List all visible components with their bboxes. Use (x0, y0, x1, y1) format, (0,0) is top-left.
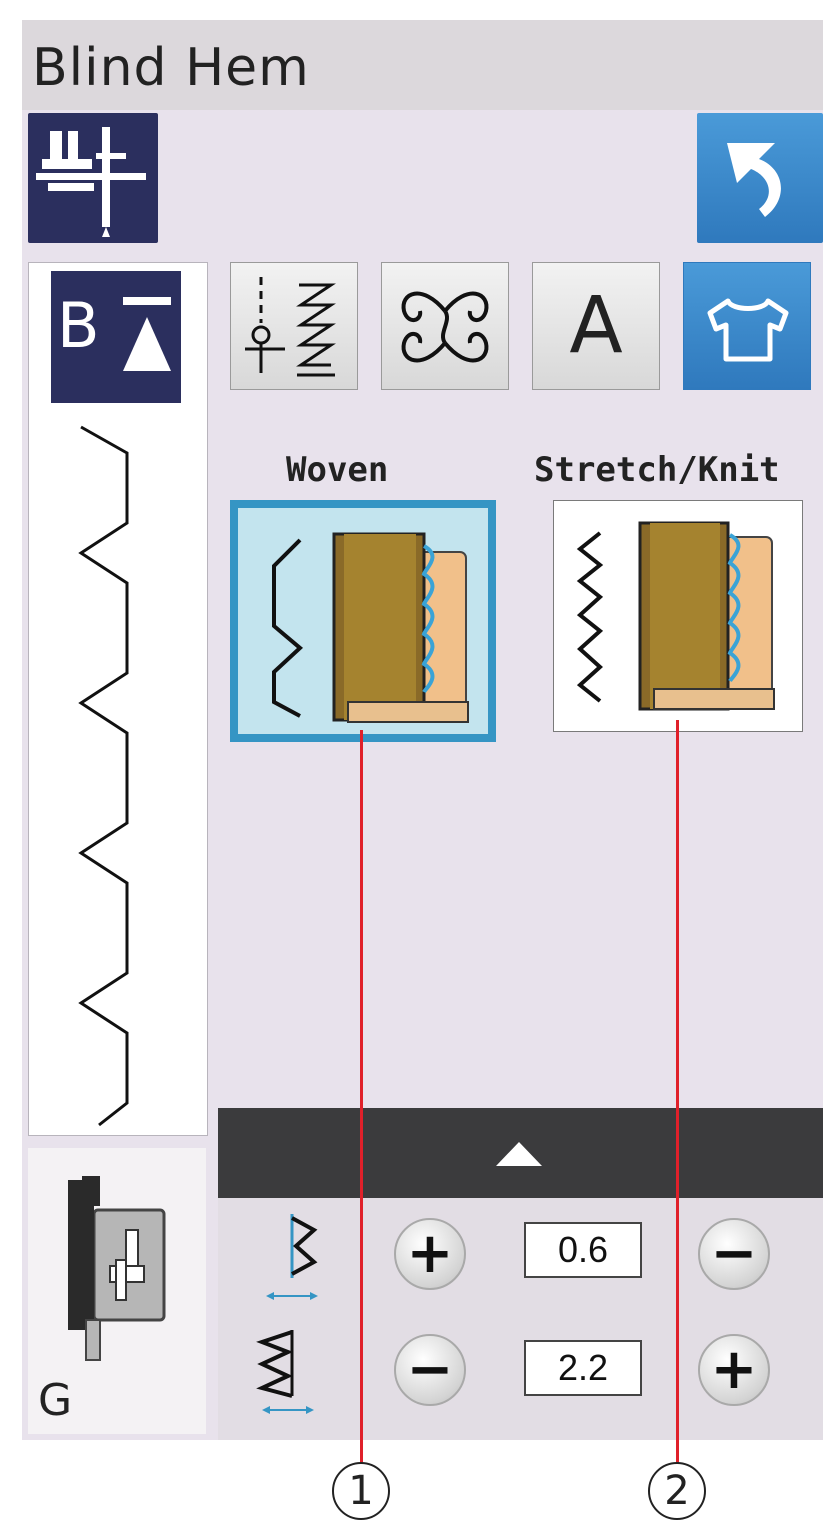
stitch-length-icon (256, 1330, 314, 1414)
stretch-knit-stitch-button[interactable] (553, 500, 803, 732)
return-arrow-icon (727, 143, 781, 217)
callout-1: 1 (332, 1462, 390, 1520)
woven-stitch-button[interactable] (230, 500, 496, 742)
blind-hem-stitch-preview (78, 425, 129, 1127)
garment-shirt-icon (707, 298, 789, 362)
stitch-length-minus-button[interactable]: − (394, 1334, 466, 1406)
badge-letter: B (57, 289, 100, 362)
presser-foot-needle-icon (36, 127, 146, 237)
callout-line-2 (676, 720, 679, 1464)
decorative-stitch-icon (401, 291, 489, 363)
tab-letters[interactable]: A (532, 262, 660, 390)
callout-line-1 (360, 730, 363, 1464)
needle-position-value: 0.6 (524, 1222, 642, 1278)
page-title: Blind Hem (32, 38, 310, 98)
stitch-width-icon (266, 1214, 318, 1300)
back-button[interactable] (697, 113, 823, 243)
tab-utility-stitches[interactable] (230, 262, 358, 390)
title-bar: Blind Hem (22, 20, 823, 110)
stretch-blind-hem-icon (576, 521, 775, 711)
foot-mode-button[interactable] (28, 113, 158, 243)
presser-foot-g-icon (68, 1176, 166, 1361)
tab-decorative-stitches[interactable] (381, 262, 509, 390)
stitch-length-plus-button[interactable]: + (698, 1334, 770, 1406)
presser-foot-letter: G (38, 1375, 73, 1426)
bar-over-triangle-icon (123, 297, 171, 371)
adjust-panel-toggle[interactable] (218, 1108, 823, 1198)
triangle-up-icon (496, 1142, 542, 1166)
letter-icon: A (569, 281, 623, 371)
needle-position-minus-button[interactable]: − (698, 1218, 770, 1290)
tab-garment[interactable] (683, 262, 811, 390)
utility-stitch-icon (245, 277, 336, 377)
woven-label: Woven (286, 450, 389, 490)
callout-2: 2 (648, 1462, 706, 1520)
presser-foot-panel: G (28, 1148, 206, 1434)
stitch-length-value: 2.2 (524, 1340, 642, 1396)
stitch-preview-panel: B (28, 262, 208, 1136)
needle-position-plus-button[interactable]: + (394, 1218, 466, 1290)
pattern-mode-badge[interactable]: B (51, 271, 181, 403)
woven-blind-hem-icon (272, 532, 469, 723)
stretch-knit-label: Stretch/Knit (534, 450, 780, 490)
